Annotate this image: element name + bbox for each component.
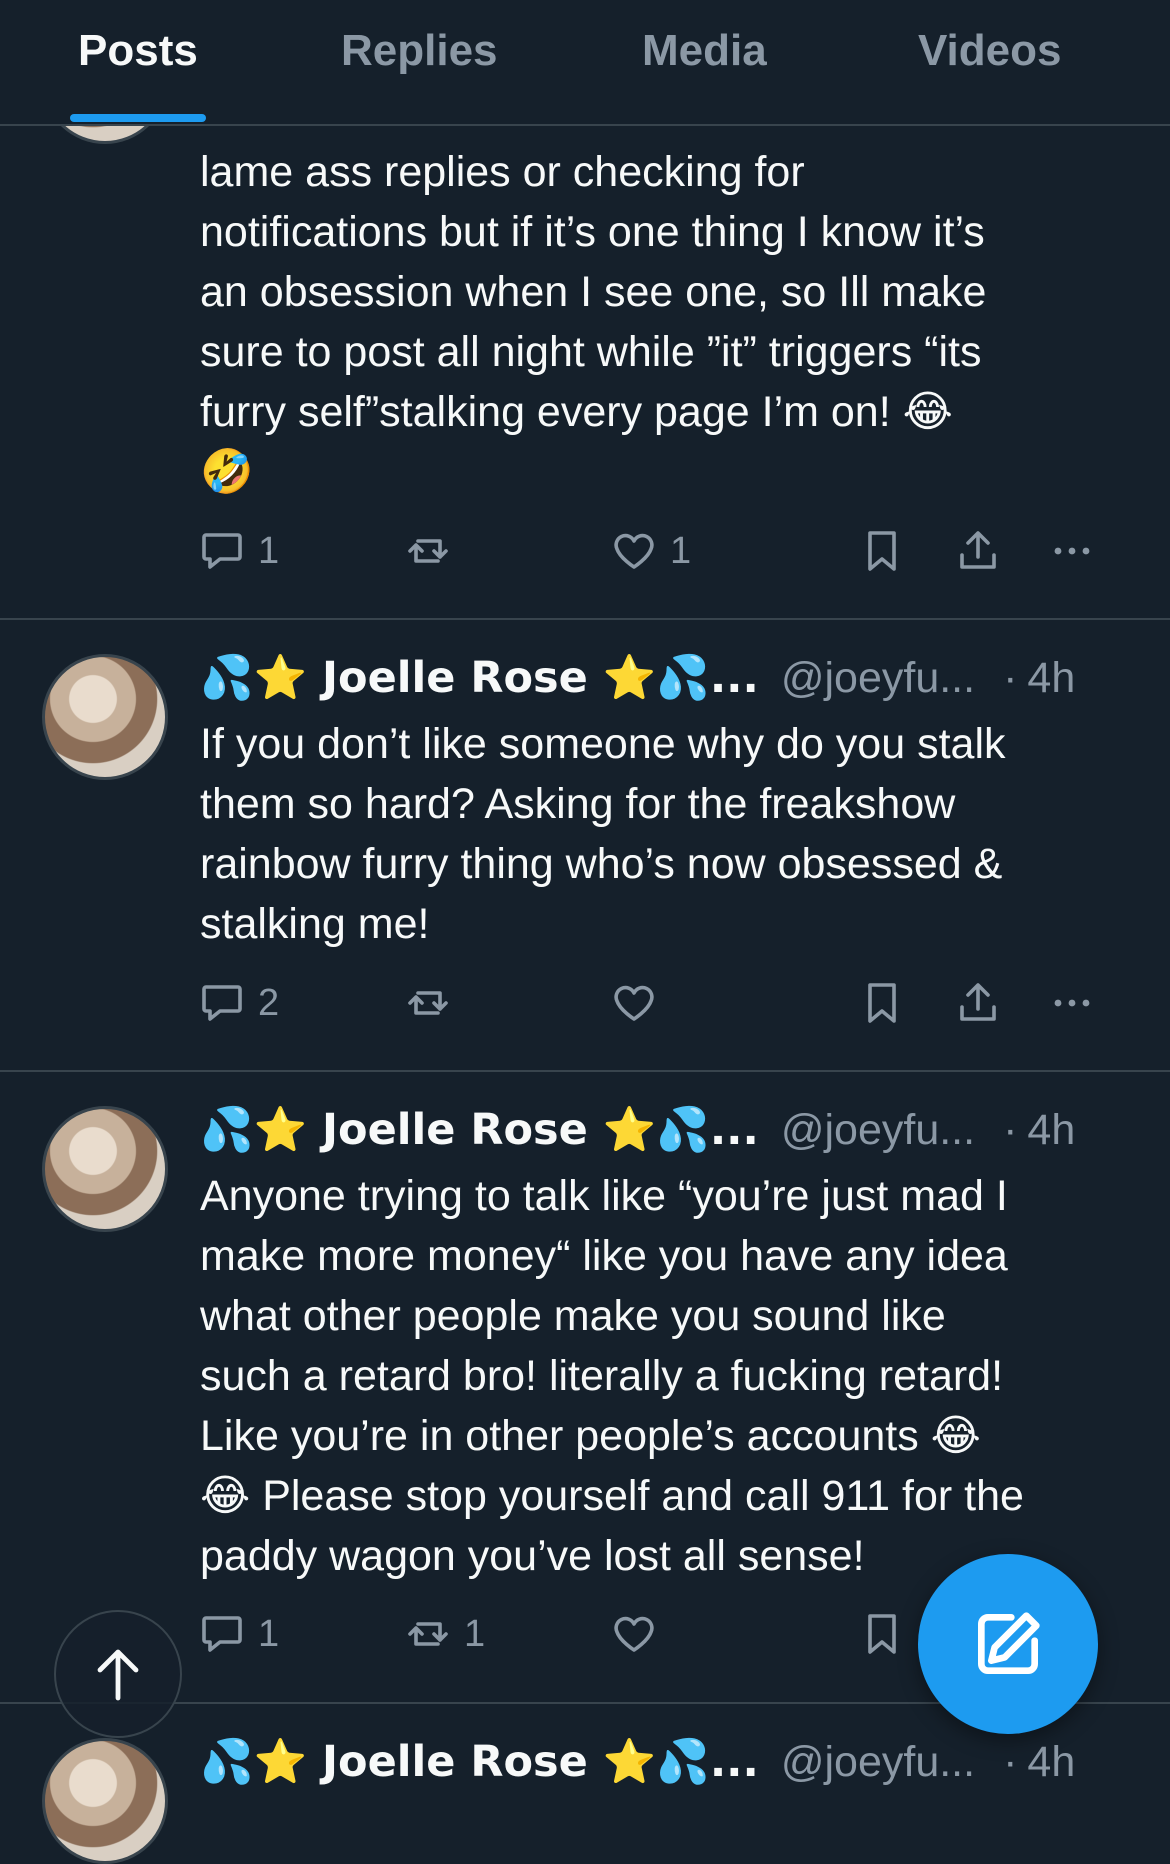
avatar[interactable]: [42, 1738, 168, 1864]
like-button[interactable]: 1: [610, 523, 691, 579]
post-text-line: 😂 Please stop yourself and call 911 for …: [200, 1472, 1024, 1520]
post-header: 💦⭐ Joelle Rose ⭐💦... @joeyfu... · 4h: [200, 1732, 1075, 1792]
tab-posts[interactable]: Posts: [78, 26, 198, 76]
bookmark-button[interactable]: [858, 523, 906, 579]
timestamp[interactable]: 4h: [1027, 1106, 1075, 1155]
heart-icon: [614, 985, 654, 1021]
post-text-line: make more money“ like you have any idea: [200, 1232, 1008, 1280]
avatar[interactable]: [42, 654, 168, 780]
bookmark-button[interactable]: [858, 975, 906, 1031]
tab-media[interactable]: Media: [642, 26, 767, 76]
like-button[interactable]: [610, 975, 658, 1031]
post[interactable]: 💦⭐ Joelle Rose ⭐💦... @joeyfu... · 4h If …: [0, 618, 1170, 1072]
repost-icon: [408, 1622, 448, 1646]
share-button[interactable]: [954, 523, 1002, 579]
avatar[interactable]: [42, 1106, 168, 1232]
share-icon: [960, 531, 996, 569]
arrow-up-icon: [97, 1649, 139, 1701]
reply-icon: [202, 1616, 242, 1652]
like-count: 1: [670, 529, 692, 572]
post-text-line: furry self”stalking every page I’m on! 😂: [200, 388, 953, 436]
handle[interactable]: @joeyfu...: [781, 654, 975, 703]
reply-button[interactable]: 1: [198, 1606, 279, 1662]
post-text: If you don’t like someone why do you sta…: [200, 714, 1140, 954]
post-actions: 2: [198, 975, 1098, 1031]
repost-icon: [408, 991, 448, 1015]
reply-count: 2: [258, 981, 280, 1024]
post-header: 💦⭐ Joelle Rose ⭐💦... @joeyfu... · 4h: [200, 648, 1075, 708]
reply-count: 1: [258, 529, 280, 572]
post-actions: 1 1: [198, 523, 1098, 579]
reply-button[interactable]: 2: [198, 975, 279, 1031]
post-text-line: them so hard? Asking for the freakshow: [200, 780, 956, 828]
bookmark-icon: [868, 983, 896, 1023]
more-button[interactable]: [1048, 523, 1096, 579]
post-text: lame ass replies or checking for notific…: [200, 142, 1140, 502]
repost-button[interactable]: [404, 975, 452, 1031]
post-text-line: such a retard bro! literally a fucking r…: [200, 1352, 1004, 1400]
post-text-line: If you don’t like someone why do you sta…: [200, 720, 1006, 768]
repost-button[interactable]: 1: [404, 1606, 485, 1662]
post-text-line: notifications but if it’s one thing I kn…: [200, 208, 985, 256]
timestamp[interactable]: 4h: [1027, 654, 1075, 703]
post-text-line: lame ass replies or checking for: [200, 148, 805, 196]
profile-tabs: Posts Replies Media Videos: [0, 0, 1170, 126]
timestamp[interactable]: 4h: [1027, 1738, 1075, 1787]
like-button[interactable]: [610, 1606, 658, 1662]
separator-dot: ·: [1003, 1105, 1018, 1154]
separator-dot: ·: [1003, 1737, 1018, 1786]
repost-button[interactable]: [404, 523, 452, 579]
handle[interactable]: @joeyfu...: [781, 1106, 975, 1155]
handle[interactable]: @joeyfu...: [781, 1738, 975, 1787]
repost-icon: [408, 539, 448, 563]
reply-button[interactable]: 1: [198, 523, 279, 579]
bookmark-icon: [868, 531, 896, 571]
compose-button[interactable]: [918, 1554, 1098, 1734]
post-text-line: Like you’re in other people’s accounts 😂: [200, 1412, 981, 1460]
share-icon: [960, 983, 996, 1021]
heart-icon: [614, 533, 654, 569]
post-text: Anyone trying to talk like “you’re just …: [200, 1166, 1140, 1586]
tab-videos[interactable]: Videos: [918, 26, 1061, 76]
repost-count: 1: [464, 1612, 486, 1655]
display-name[interactable]: 💦⭐ Joelle Rose ⭐💦...: [200, 1105, 759, 1155]
post-text-line: sure to post all night while ”it” trigge…: [200, 328, 982, 376]
post-text-line: an obsession when I see one, so Ill make: [200, 268, 987, 316]
active-tab-indicator: [70, 114, 206, 122]
post-text-line: Anyone trying to talk like “you’re just …: [200, 1172, 1008, 1220]
compose-icon: [978, 1612, 1040, 1674]
scroll-to-top-button[interactable]: [54, 1610, 182, 1738]
post-text-line: rainbow furry thing who’s now obsessed &: [200, 840, 1003, 888]
more-button[interactable]: [1048, 975, 1096, 1031]
reply-count: 1: [258, 1612, 280, 1655]
reply-icon: [202, 985, 242, 1021]
more-icon: [1054, 999, 1090, 1007]
reply-icon: [202, 533, 242, 569]
separator-dot: ·: [1003, 653, 1018, 702]
share-button[interactable]: [954, 975, 1002, 1031]
more-icon: [1054, 547, 1090, 555]
post-text-line: stalking me!: [200, 900, 430, 948]
display-name[interactable]: 💦⭐ Joelle Rose ⭐💦...: [200, 1737, 759, 1787]
tab-replies[interactable]: Replies: [341, 26, 498, 76]
heart-icon: [614, 1616, 654, 1652]
post-text-line: 🤣: [200, 448, 254, 496]
display-name[interactable]: 💦⭐ Joelle Rose ⭐💦...: [200, 653, 759, 703]
post-text-line: what other people make you sound like: [200, 1292, 946, 1340]
bookmark-button[interactable]: [858, 1606, 906, 1662]
bookmark-icon: [868, 1614, 896, 1654]
post-header: 💦⭐ Joelle Rose ⭐💦... @joeyfu... · 4h: [200, 1100, 1075, 1160]
